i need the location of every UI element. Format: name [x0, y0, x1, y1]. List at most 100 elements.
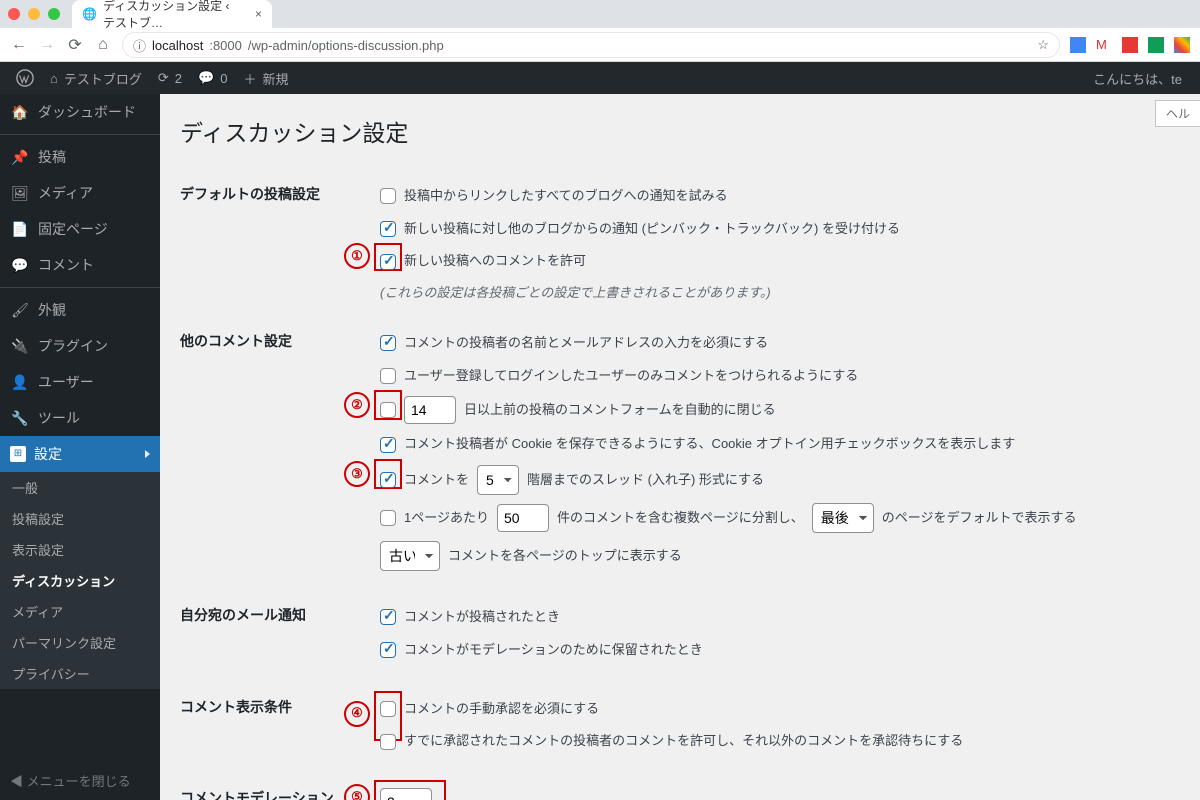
email-held-checkbox[interactable]: [380, 642, 396, 658]
submenu-writing[interactable]: 投稿設定: [0, 503, 160, 534]
browser-chrome: 🌐 ディスカッション設定 ‹ テストブ… × ← → ⟳ ⌂ ⓘ localho…: [0, 0, 1200, 62]
submenu-privacy[interactable]: プライバシー: [0, 658, 160, 689]
cookie-optin-checkbox[interactable]: [380, 437, 396, 453]
section-default-article-label: デフォルトの投稿設定: [180, 166, 380, 313]
threaded-checkbox[interactable]: [380, 472, 396, 488]
threaded-after: 階層までのスレッド (入れ子) 形式にする: [527, 468, 764, 493]
translate-ext-icon[interactable]: [1070, 37, 1086, 53]
new-content[interactable]: ＋新規: [235, 62, 296, 94]
email-posted-label: コメントが投稿されたとき: [404, 605, 560, 630]
submenu-media[interactable]: メディア: [0, 596, 160, 627]
home-icon: ⌂: [50, 71, 58, 86]
bookmark-icon[interactable]: ☆: [1037, 37, 1049, 53]
chevron-right-icon: [145, 450, 150, 458]
close-old-days-input[interactable]: [404, 396, 456, 424]
wp-logo[interactable]: [8, 62, 42, 94]
admin-sidebar: 🏠ダッシュボード 📌投稿 🖼メディア 📄固定ページ 💬コメント 🖌外観 🔌プラグ…: [0, 94, 160, 800]
allow-comments-checkbox[interactable]: [380, 254, 396, 270]
window-controls[interactable]: [8, 8, 60, 20]
email-posted-checkbox[interactable]: [380, 609, 396, 625]
page-title: ディスカッション設定: [180, 104, 1180, 156]
page-icon: 📄: [10, 219, 30, 239]
manual-approve-label: コメントの手動承認を必須にする: [404, 697, 599, 722]
comments-bubble[interactable]: 💬0: [190, 62, 235, 94]
url-port: :8000: [209, 38, 242, 53]
menu-tools[interactable]: 🔧ツール: [0, 400, 160, 436]
url-path: /wp-admin/options-discussion.php: [248, 38, 444, 53]
browser-tab[interactable]: 🌐 ディスカッション設定 ‹ テストブ… ×: [72, 0, 272, 28]
pingback-label: 投稿中からリンクしたすべてのブログへの通知を試みる: [404, 184, 728, 209]
submenu-permalink[interactable]: パーマリンク設定: [0, 627, 160, 658]
gmail-ext-icon[interactable]: M: [1096, 37, 1112, 53]
trackback-checkbox[interactable]: [380, 221, 396, 237]
comment-order-select[interactable]: 古い: [380, 541, 440, 571]
submenu-discussion[interactable]: ディスカッション: [0, 565, 160, 596]
require-name-email-label: コメントの投稿者の名前とメールアドレスの入力を必須にする: [404, 331, 768, 356]
window-minimize-icon[interactable]: [28, 8, 40, 20]
require-login-checkbox[interactable]: [380, 368, 396, 384]
extension-icons: M: [1070, 37, 1190, 53]
threaded-before: コメントを: [404, 468, 469, 493]
content-area: ヘル ディスカッション設定 デフォルトの投稿設定 投稿中からリンクしたすべてのブ…: [160, 94, 1200, 800]
paginate-before: 1ページあたり: [404, 506, 489, 531]
default-page-select[interactable]: 最後: [812, 503, 874, 533]
comment-order-after: コメントを各ページのトップに表示する: [448, 544, 682, 569]
back-icon[interactable]: ←: [10, 36, 28, 54]
require-login-label: ユーザー登録してログインしたユーザーのみコメントをつけられるようにする: [404, 364, 858, 389]
submenu-reading[interactable]: 表示設定: [0, 534, 160, 565]
email-held-label: コメントがモデレーションのために保留されたとき: [404, 638, 703, 663]
menu-posts[interactable]: 📌投稿: [0, 134, 160, 175]
previously-approved-checkbox[interactable]: [380, 734, 396, 750]
address-bar: ← → ⟳ ⌂ ⓘ localhost:8000/wp-admin/option…: [0, 28, 1200, 62]
submenu-general[interactable]: 一般: [0, 472, 160, 503]
wrench-icon: 🔧: [10, 408, 30, 428]
comment-icon: 💬: [198, 70, 214, 86]
manual-approve-checkbox[interactable]: [380, 701, 396, 717]
site-name[interactable]: ⌂テストブログ: [42, 62, 150, 94]
reload-icon[interactable]: ⟳: [66, 35, 84, 55]
menu-comments[interactable]: 💬コメント: [0, 247, 160, 283]
section-email-me-label: 自分宛のメール通知: [180, 587, 380, 678]
globe-icon: 🌐: [82, 7, 97, 21]
url-field[interactable]: ⓘ localhost:8000/wp-admin/options-discus…: [122, 32, 1060, 58]
collapse-menu[interactable]: ◀ メニューを閉じる: [0, 761, 160, 800]
trackback-label: 新しい投稿に対し他のブログからの通知 (ピンバック・トラックバック) を受け付け…: [404, 217, 900, 242]
window-close-icon[interactable]: [8, 8, 20, 20]
menu-appearance[interactable]: 🖌外観: [0, 287, 160, 328]
threaded-levels-select[interactable]: 5: [477, 465, 519, 495]
tab-close-icon[interactable]: ×: [255, 7, 262, 21]
menu-users[interactable]: 👤ユーザー: [0, 364, 160, 400]
paginate-checkbox[interactable]: [380, 510, 396, 526]
require-name-email-checkbox[interactable]: [380, 335, 396, 351]
media-icon: 🖼: [10, 183, 30, 203]
browser-tab-bar: 🌐 ディスカッション設定 ‹ テストブ… ×: [0, 0, 1200, 28]
close-old-checkbox[interactable]: [380, 402, 396, 418]
plugin-icon: 🔌: [10, 336, 30, 356]
perpage-input[interactable]: [497, 504, 549, 532]
menu-media[interactable]: 🖼メディア: [0, 175, 160, 211]
plus-icon: ＋: [243, 69, 256, 88]
updates[interactable]: ⟳2: [150, 62, 190, 94]
allow-comments-label: 新しい投稿へのコメントを許可: [404, 249, 586, 274]
collapse-icon: ◀: [10, 774, 23, 789]
ext-icon-green[interactable]: [1148, 37, 1164, 53]
info-icon: ⓘ: [133, 36, 146, 55]
menu-settings[interactable]: ⊞設定: [0, 436, 160, 472]
pin-icon: 📌: [10, 147, 30, 167]
pingback-checkbox[interactable]: [380, 188, 396, 204]
ext-icon-multi[interactable]: [1174, 37, 1190, 53]
menu-plugins[interactable]: 🔌プラグイン: [0, 328, 160, 364]
menu-pages[interactable]: 📄固定ページ: [0, 211, 160, 247]
annotation-4: ④: [344, 701, 370, 727]
annotation-3: ③: [344, 461, 370, 487]
home-icon[interactable]: ⌂: [94, 36, 112, 54]
menu-dashboard[interactable]: 🏠ダッシュボード: [0, 94, 160, 130]
howdy[interactable]: こんにちは、te: [1085, 62, 1192, 94]
settings-submenu: 一般 投稿設定 表示設定 ディスカッション メディア パーマリンク設定 プライバ…: [0, 472, 160, 689]
window-maximize-icon[interactable]: [48, 8, 60, 20]
forward-icon[interactable]: →: [38, 36, 56, 54]
previously-approved-label: すでに承認されたコメントの投稿者のコメントを許可し、それ以外のコメントを承認待ち…: [404, 729, 963, 754]
section-other-comment-label: 他のコメント設定: [180, 313, 380, 587]
paginate-mid: 件のコメントを含む複数ページに分割し、: [557, 506, 804, 531]
ext-icon-red[interactable]: [1122, 37, 1138, 53]
